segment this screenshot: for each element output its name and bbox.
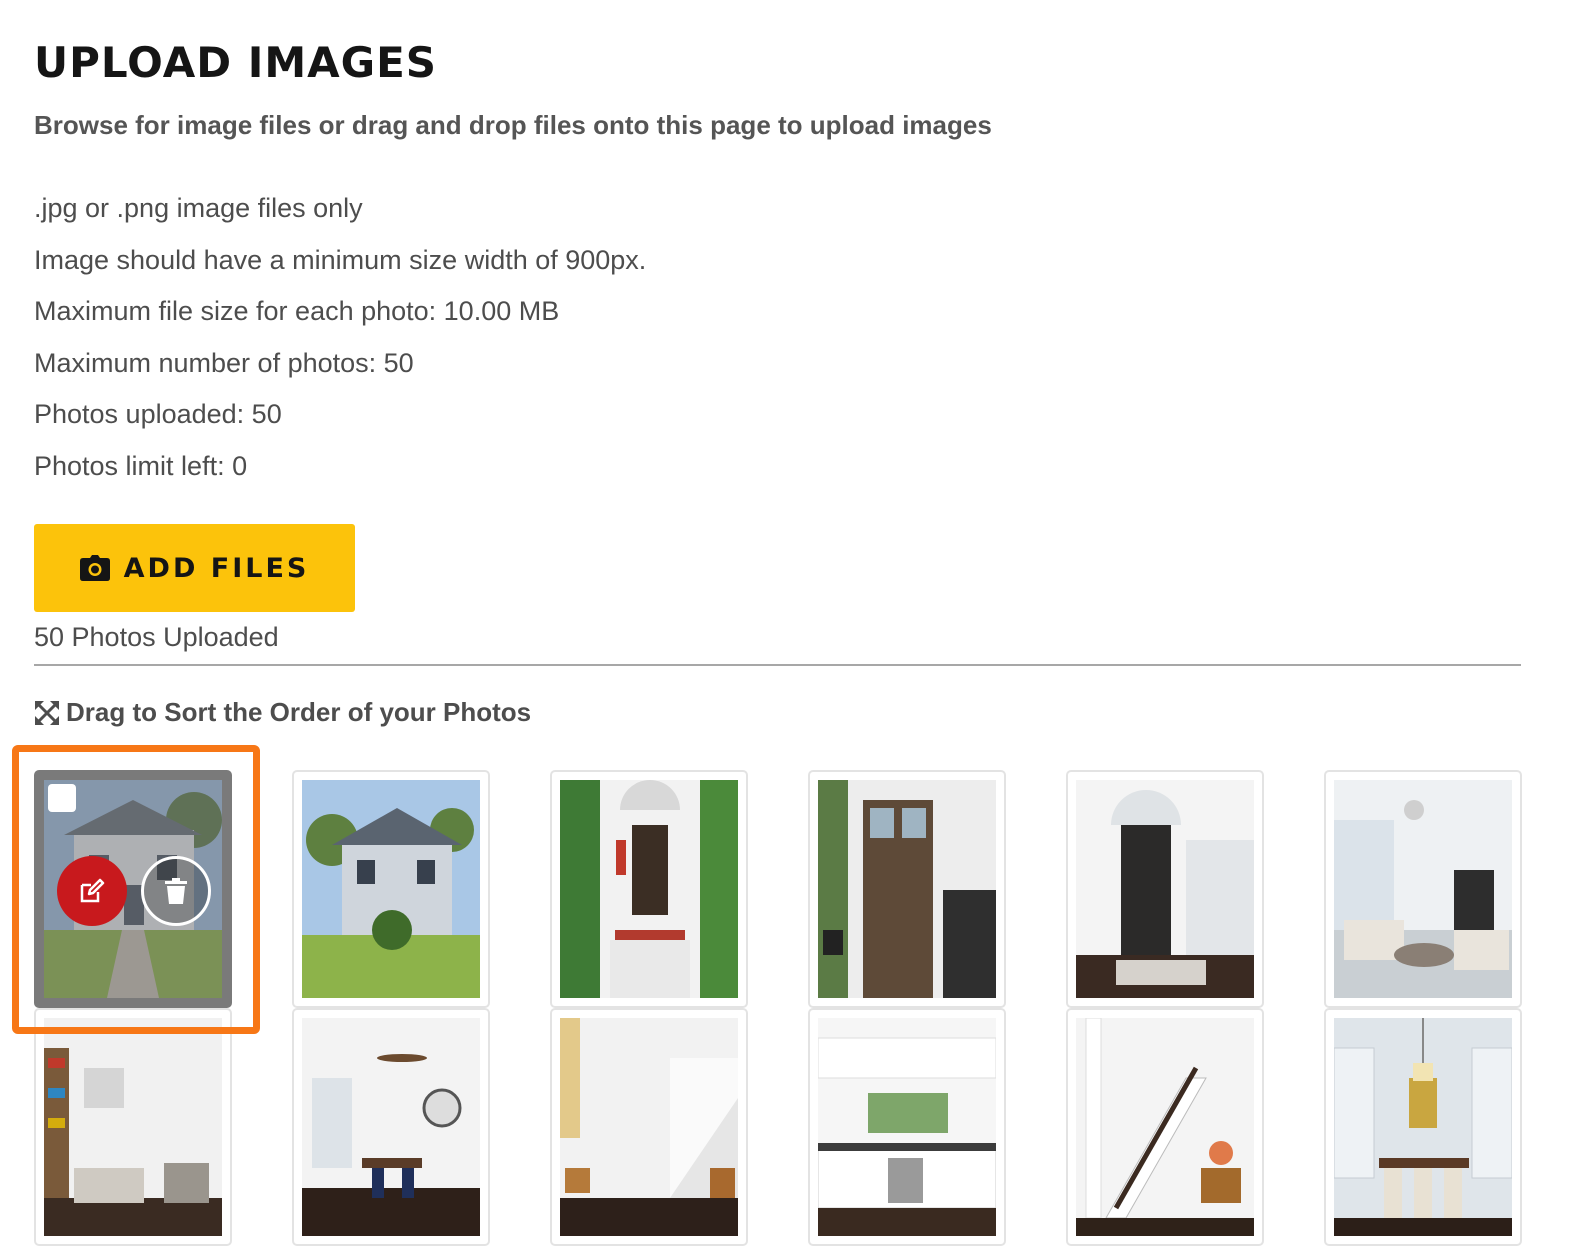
select-checkbox[interactable] (48, 784, 76, 812)
sort-hint-text: Drag to Sort the Order of your Photos (66, 697, 532, 727)
photo-thumbnail[interactable] (808, 770, 1006, 1008)
add-files-label: ADD FILES (123, 552, 310, 584)
photo-thumbnail[interactable] (34, 1008, 232, 1246)
photo-thumbnail[interactable] (292, 1008, 490, 1246)
expand-arrows-icon (35, 700, 59, 725)
photo-hallway-staircase (560, 1018, 738, 1236)
photo-living-room-bookshelves (44, 1018, 222, 1236)
rule-photos-left: Photos limit left: 0 (34, 450, 248, 481)
photo-thumbnail[interactable] (1066, 1008, 1264, 1246)
delete-photo-button[interactable] (141, 856, 211, 926)
rule-max-file-size: Maximum file size for each photo: 10.00 … (34, 296, 560, 327)
page-title: UPLOAD IMAGES (34, 38, 438, 87)
page-subtitle: Browse for image files or drag and drop … (34, 110, 992, 140)
photo-thumbnail[interactable] (550, 1008, 748, 1246)
rule-max-photos: Maximum number of photos: 50 (34, 347, 414, 378)
camera-icon (79, 555, 110, 581)
photo-dining-ceiling-fan (302, 1018, 480, 1236)
photo-front-porch-door-flag (560, 780, 738, 998)
sort-hint: Drag to Sort the Order of your Photos (34, 697, 531, 728)
photo-thumbnail[interactable] (292, 770, 490, 1008)
divider (34, 664, 1521, 666)
edit-icon (80, 878, 105, 903)
rule-min-width: Image should have a minimum size width o… (34, 244, 647, 275)
photo-dining-room-chandelier (1334, 1018, 1512, 1236)
photo-staircase (1076, 1018, 1254, 1236)
rule-file-type: .jpg or .png image files only (34, 193, 363, 223)
photo-thumbnail[interactable] (1324, 1008, 1522, 1246)
trash-icon (165, 878, 187, 904)
edit-photo-button[interactable] (57, 856, 127, 926)
photo-thumbnail[interactable] (34, 770, 232, 1008)
photo-thumbnail[interactable] (1066, 770, 1264, 1008)
photo-front-door-glass-panels (818, 780, 996, 998)
photo-kitchen (818, 1018, 996, 1236)
photo-thumbnail[interactable] (550, 770, 748, 1008)
upload-images-page: UPLOAD IMAGES Browse for image files or … (0, 0, 1580, 1258)
photo-house-exterior-angle (302, 780, 480, 998)
photo-thumbnail[interactable] (808, 1008, 1006, 1246)
photo-thumbnail[interactable] (1324, 770, 1522, 1008)
add-files-button[interactable]: ADD FILES (34, 524, 355, 612)
upload-rules: .jpg or .png image files only Image shou… (34, 190, 646, 500)
photo-living-room-fireplace (1334, 780, 1512, 998)
uploaded-count: 50 Photos Uploaded (34, 622, 279, 652)
photo-entry-hall-dark-door (1076, 780, 1254, 998)
rule-photos-uploaded: Photos uploaded: 50 (34, 399, 282, 430)
